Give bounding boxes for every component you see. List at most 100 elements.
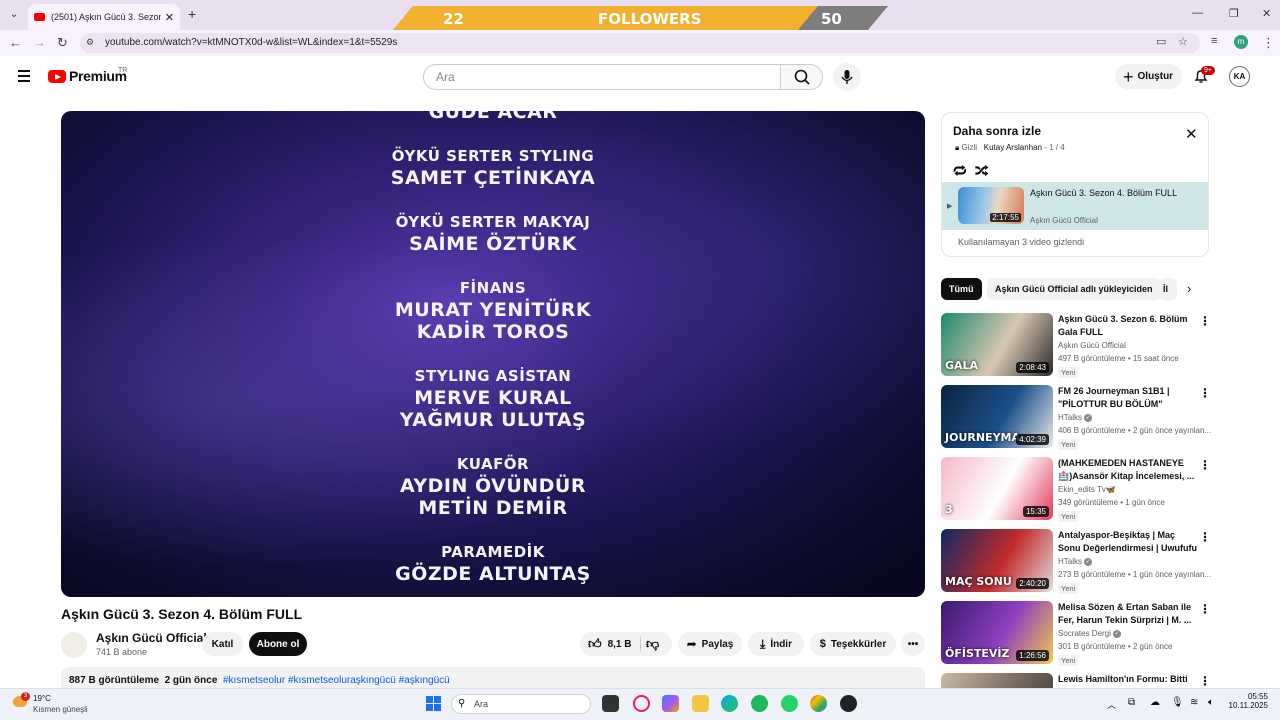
recommendation-item[interactable]: MAÇ SONU 2:40:20 Antalyaspor-Beşiktaş | Ma… <box>941 529 1211 594</box>
microphone-icon <box>841 70 853 84</box>
recommendation-thumbnail[interactable]: 3 15:35 <box>941 457 1053 520</box>
new-tab-plus-icon[interactable]: + <box>188 6 196 22</box>
chip-all[interactable]: Tümü <box>941 278 982 300</box>
recommendation-item[interactable]: GALA 2:08:43 Aşkın Gücü 3. Sezon 6. Bölüm … <box>941 313 1211 378</box>
hashtags[interactable]: #kısmetseolur #kısmetseoluraşkıngücü #aş… <box>223 675 450 686</box>
forward-arrow-icon[interactable]: → <box>33 35 46 50</box>
playlist-title[interactable]: Daha sonra izle <box>953 124 1041 138</box>
playlist-item[interactable]: ▶ 2:17:55 Aşkın Gücü 3. Sezon 4. Bölüm F… <box>942 182 1208 230</box>
wifi-icon[interactable]: ≋ <box>1190 697 1198 708</box>
windows-start-icon[interactable] <box>426 696 441 711</box>
recommendation-title[interactable]: (MAHKEMEDEN HASTANEYE 🏥)Asansör Kitap İn… <box>1058 457 1198 483</box>
recommendation-channel[interactable]: Aşkın Gücü Official <box>1058 341 1126 350</box>
bookmark-star-icon[interactable]: ☆ <box>1178 35 1188 48</box>
copilot-icon[interactable] <box>662 695 679 712</box>
task-view-icon[interactable] <box>602 695 619 712</box>
video-player[interactable]: GÜDE ACAR ÖYKÜ SERTER STYLING SAMET ÇETİNK… <box>61 111 925 597</box>
recommendation-channel[interactable]: Ekin_edits Tv🦋 <box>1058 485 1116 494</box>
opera-icon[interactable] <box>633 695 650 712</box>
tray-cloud-icon[interactable]: ☁ <box>1150 697 1160 708</box>
taskbar-search-input[interactable]: Ara <box>451 694 591 714</box>
channel-name[interactable]: Aşkın Gücü Official <box>96 631 207 645</box>
whatsapp-icon[interactable] <box>781 695 798 712</box>
tray-mic-icon[interactable]: 🎙︎ <box>1171 697 1184 708</box>
reload-icon[interactable]: ↻ <box>57 35 68 51</box>
recommendation-title[interactable]: Melisa Sözen & Ertan Saban ile Fer, Haru… <box>1058 601 1198 627</box>
site-info-icon[interactable]: ⚙ <box>86 37 94 48</box>
chrome-icon[interactable] <box>810 695 827 712</box>
hamburger-menu-icon[interactable] <box>18 70 30 85</box>
recommendation-thumbnail[interactable]: MAÇ SONU 2:40:20 <box>941 529 1053 592</box>
create-button[interactable]: + Oluştur <box>1115 64 1182 89</box>
more-actions-button[interactable]: ••• <box>901 632 925 656</box>
recommendation-thumbnail[interactable]: JOURNEYMA 4:02:39 <box>941 385 1053 448</box>
more-vertical-icon[interactable]: ⋮ <box>1199 602 1211 616</box>
share-button[interactable]: ➦ Paylaş <box>678 632 742 656</box>
shuffle-icon[interactable]: 🔀︎ <box>975 163 989 179</box>
like-button[interactable]: 👍︎ 8,1 B 👎︎ <box>580 632 672 656</box>
thumbs-down-icon[interactable]: 👎︎ <box>646 636 659 652</box>
app-icon[interactable] <box>840 695 857 712</box>
youtube-logo-icon[interactable] <box>48 70 66 83</box>
back-arrow-icon[interactable]: ← <box>9 35 22 50</box>
subscribe-button[interactable]: Abone ol <box>249 632 307 656</box>
minimize-icon[interactable]: — <box>1192 7 1203 19</box>
volume-icon[interactable]: 🔈︎ <box>1208 697 1214 708</box>
tab-search-chevron-icon[interactable]: ⌄ <box>6 6 22 22</box>
loop-icon[interactable]: 🔁︎ <box>953 163 967 179</box>
recommendation-channel[interactable]: Socrates Dergi ✓ <box>1058 629 1122 638</box>
search-button[interactable] <box>780 64 823 90</box>
playlist-item-title[interactable]: Aşkın Gücü 3. Sezon 4. Bölüm FULL <box>1030 187 1180 200</box>
browser-tab[interactable]: (2501) Aşkın Gücü 3. Sezon 4. B ✕ <box>28 4 180 30</box>
close-playlist-icon[interactable]: ✕ <box>1185 125 1198 143</box>
recommendation-channel[interactable]: HTalks ✓ <box>1058 557 1093 566</box>
url-text[interactable]: youtube.com/watch?v=ktMNOTX0d-w&list=WL&… <box>105 37 397 48</box>
spotify-icon[interactable] <box>751 695 768 712</box>
recommendation-title[interactable]: Antalyaspor-Beşiktaş | Maç Sonu Değerlen… <box>1058 529 1198 555</box>
recommendation-thumbnail[interactable]: GALA 2:08:43 <box>941 313 1053 376</box>
chip-related[interactable]: İl <box>1159 278 1177 300</box>
recommendation-item[interactable]: 3 15:35 (MAHKEMEDEN HASTANEYE 🏥)Asansör Ki… <box>941 457 1211 522</box>
cast-icon[interactable]: ▭ <box>1156 35 1166 48</box>
file-explorer-icon[interactable] <box>692 695 709 712</box>
thanks-button[interactable]: $ Teşekkürler <box>810 632 896 656</box>
maximize-icon[interactable]: ❐ <box>1229 7 1239 20</box>
credit-name: KADİR TOROS <box>416 321 570 343</box>
media-controls-icon[interactable]: ≡ <box>1211 35 1217 47</box>
account-avatar[interactable]: KA <box>1229 66 1250 87</box>
recommendation-channel[interactable]: HTalks ✓ <box>1058 413 1093 422</box>
tab-title: (2501) Aşkın Gücü 3. Sezon 4. B <box>51 12 161 22</box>
tray-chevron-icon[interactable]: ︿ <box>1107 698 1116 711</box>
recommendation-item[interactable]: ÖFİSTEVİZ 1:26:56 Melisa Sözen & Ertan Sab… <box>941 601 1211 666</box>
recommendation-thumbnail[interactable]: ÖFİSTEVİZ 1:26:56 <box>941 601 1053 664</box>
tray-app-icon[interactable]: ⧉ <box>1128 697 1135 708</box>
credit-name: YAĞMUR ULUTAŞ <box>399 409 587 431</box>
system-clock[interactable]: 05:55 10.11.2025 <box>1224 692 1268 710</box>
recommendation-title[interactable]: FM 26 Journeyman S1B1 | "PİLOTTUR BU BÖL… <box>1058 385 1198 411</box>
recommendation-title[interactable]: Aşkın Gücü 3. Sezon 6. Bölüm Gala FULL <box>1058 313 1198 339</box>
clock-date: 10.11.2025 <box>1228 701 1268 710</box>
profile-icon[interactable]: m <box>1234 35 1248 49</box>
more-vertical-icon[interactable]: ⋮ <box>1199 674 1211 688</box>
more-vertical-icon[interactable]: ⋮ <box>1199 530 1211 544</box>
more-vertical-icon[interactable]: ⋮ <box>1199 458 1211 472</box>
more-vertical-icon[interactable]: ⋮ <box>1199 314 1211 328</box>
recommendation-title[interactable]: Lewis Hamilton'ın Formu: Bitti <box>1058 673 1198 686</box>
chip-from-uploader[interactable]: Aşkın Gücü Official adlı yükleyiciden <box>987 278 1161 300</box>
voice-search-button[interactable] <box>833 63 861 91</box>
playlist-owner[interactable]: Kutay Arslanhan <box>984 143 1042 152</box>
chips-next-chevron-icon[interactable]: › <box>1187 281 1191 296</box>
search-input[interactable]: Ara <box>423 64 781 90</box>
window-close-icon[interactable]: ✕ <box>1262 7 1271 20</box>
playlist-item-thumbnail[interactable]: 2:17:55 <box>958 187 1024 224</box>
browser-menu-icon[interactable]: ⋮ <box>1262 35 1275 51</box>
more-horizontal-icon: ••• <box>907 638 919 650</box>
download-button[interactable]: ⤓ İndir <box>748 632 804 656</box>
join-button[interactable]: Katıl <box>202 632 243 656</box>
edge-icon[interactable] <box>721 695 738 712</box>
recommendation-item[interactable]: JOURNEYMA 4:02:39 FM 26 Journeyman S1B1 | … <box>941 385 1211 450</box>
temperature[interactable]: 19°C <box>33 694 51 703</box>
tab-close-icon[interactable]: ✕ <box>165 11 174 24</box>
more-vertical-icon[interactable]: ⋮ <box>1199 386 1211 400</box>
channel-avatar[interactable] <box>61 632 87 658</box>
